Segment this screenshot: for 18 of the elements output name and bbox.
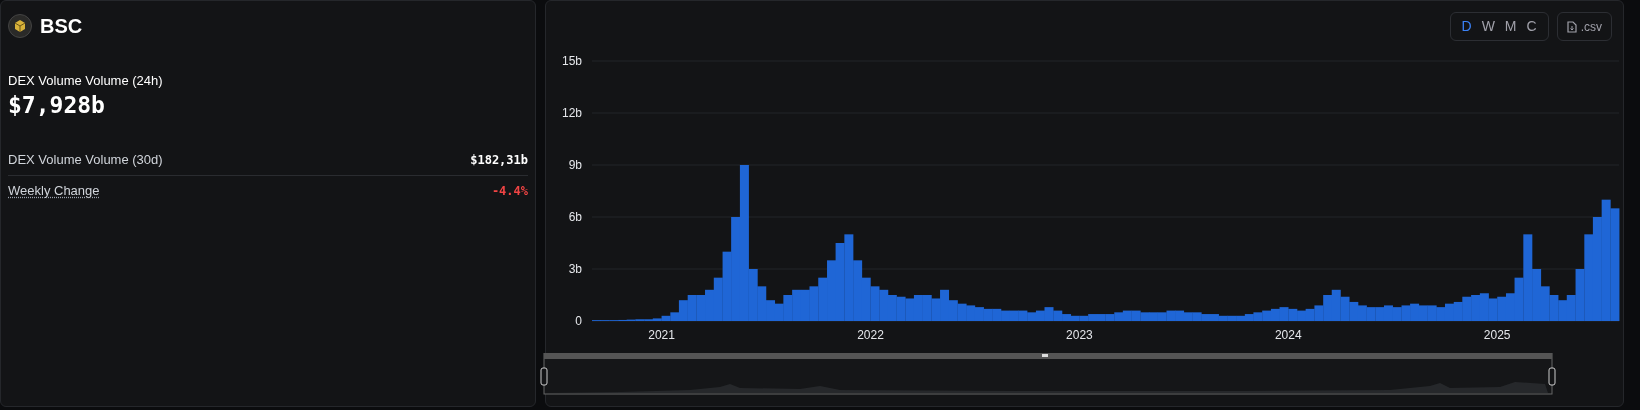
stat-label: Weekly Change xyxy=(8,181,100,200)
stat-value: $182,31b xyxy=(470,152,528,169)
y-axis-label: 9b xyxy=(568,158,582,172)
y-axis-label: 12b xyxy=(561,106,582,120)
stat-label: DEX Volume Volume (30d) xyxy=(8,151,163,170)
main-metric-value: $7,928b xyxy=(8,90,106,120)
x-axis-label: 2024 xyxy=(1274,328,1302,341)
x-axis-label: 2021 xyxy=(648,328,675,341)
y-axis-label: 6b xyxy=(568,210,582,224)
y-axis-label: 15b xyxy=(561,54,582,68)
x-axis-label: 2023 xyxy=(1066,328,1093,341)
y-axis-label: 0 xyxy=(575,314,582,328)
main-metric-label: DEX Volume Volume (24h) xyxy=(8,72,164,90)
y-axis-label: 3b xyxy=(568,262,582,276)
x-axis-label: 2022 xyxy=(857,328,884,341)
x-axis-label: 2025 xyxy=(1483,328,1511,341)
chain-name: BSC xyxy=(40,14,83,39)
stat-value: -4.4% xyxy=(491,182,528,200)
